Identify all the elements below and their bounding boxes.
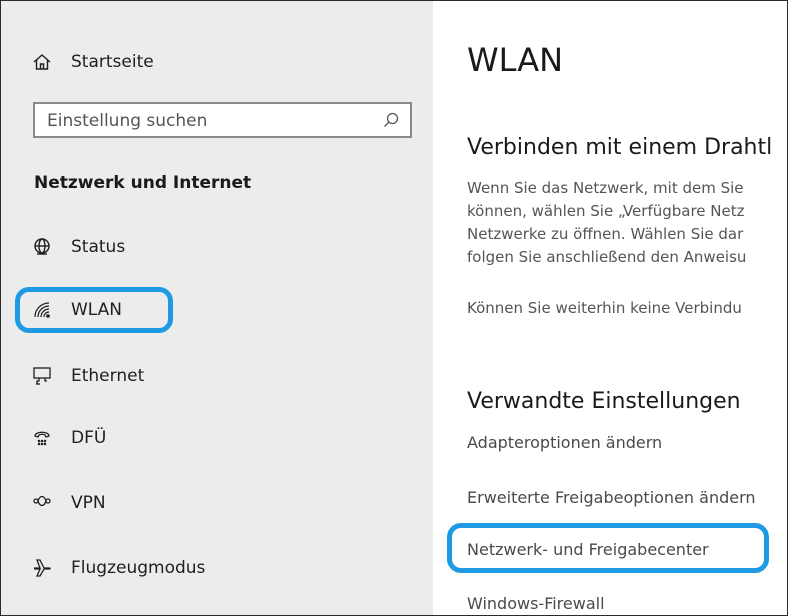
ethernet-icon <box>31 365 53 387</box>
sidebar-item-label: Flugzeugmodus <box>71 558 206 578</box>
sidebar-item-status[interactable]: Status <box>1 227 433 267</box>
connection-help-link[interactable]: Können Sie weiterhin keine Verbindu <box>467 299 742 317</box>
home-icon <box>31 51 53 73</box>
sidebar-item-vpn[interactable]: VPN <box>1 483 433 523</box>
connect-text-line: Netzwerke zu öffnen. Wählen Sie dar <box>467 225 744 243</box>
main-content: WLAN Verbinden mit einem Drahtl Wenn Sie… <box>433 1 787 615</box>
sidebar-item-home[interactable]: Startseite <box>1 42 433 82</box>
vpn-icon <box>31 492 53 514</box>
dialup-icon <box>31 427 53 449</box>
page-title: WLAN <box>467 41 564 79</box>
sidebar-item-label: Ethernet <box>71 366 145 386</box>
connect-text-line: folgen Sie anschließend den Anweisu <box>467 248 747 266</box>
search-box[interactable] <box>33 102 412 138</box>
sidebar-item-label: DFÜ <box>71 428 107 448</box>
sharing-center-highlight-callout <box>447 523 769 573</box>
search-input[interactable] <box>45 104 379 138</box>
adapter-options-link[interactable]: Adapteroptionen ändern <box>467 433 662 452</box>
windows-firewall-link[interactable]: Windows-Firewall <box>467 594 605 613</box>
related-settings-heading: Verwandte Einstellungen <box>467 389 741 414</box>
airplane-icon <box>31 557 53 579</box>
sidebar-item-label: Status <box>71 237 126 257</box>
connect-text-line: Wenn Sie das Netzwerk, mit dem Sie <box>467 179 744 197</box>
wlan-highlight-callout <box>15 287 173 333</box>
sidebar-item-airplane-mode[interactable]: Flugzeugmodus <box>1 548 433 588</box>
advanced-sharing-link[interactable]: Erweiterte Freigabeoptionen ändern <box>467 488 756 507</box>
sidebar-item-label: VPN <box>71 493 106 513</box>
sidebar: Startseite Netzwerk und Internet <box>1 1 433 615</box>
settings-window: Startseite Netzwerk und Internet <box>0 0 788 616</box>
connect-heading: Verbinden mit einem Drahtl <box>467 135 773 160</box>
sidebar-item-ethernet[interactable]: Ethernet <box>1 356 433 396</box>
sidebar-item-dfu[interactable]: DFÜ <box>1 418 433 458</box>
globe-icon <box>31 236 53 258</box>
search-icon[interactable] <box>382 111 400 129</box>
sidebar-item-label: Startseite <box>71 52 154 72</box>
connect-description: Wenn Sie das Netzwerk, mit dem Sie könne… <box>467 177 787 269</box>
connect-text-line: können, wählen Sie „Verfügbare Netz <box>467 202 745 220</box>
section-title: Netzwerk und Internet <box>34 173 252 193</box>
